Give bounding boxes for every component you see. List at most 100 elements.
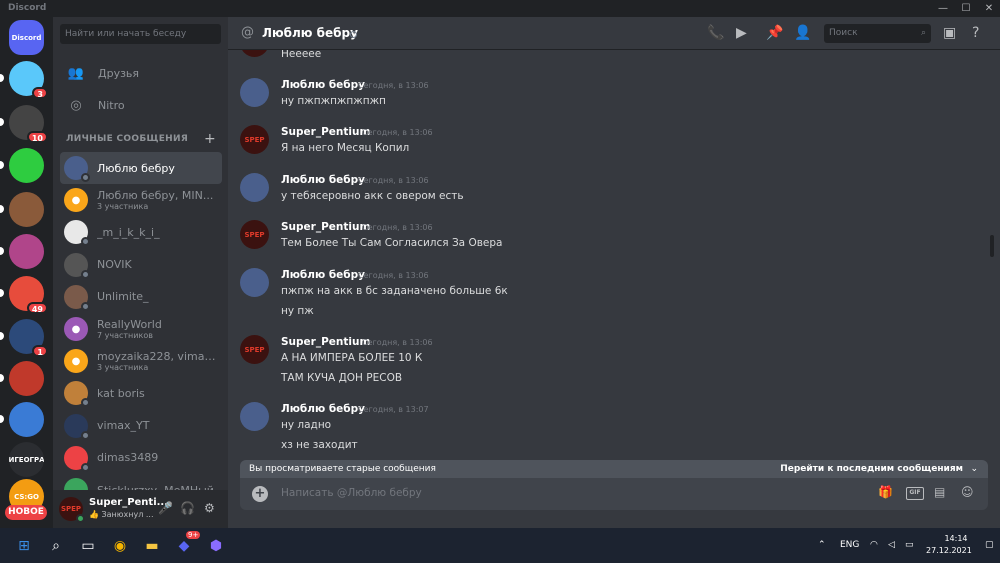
gif-button[interactable]: GIF <box>906 487 924 500</box>
message-avatar[interactable] <box>240 173 269 202</box>
battery-icon[interactable]: ▭ <box>905 540 914 550</box>
dm-member-count: 3 участника <box>97 202 149 212</box>
dm-search-input[interactable]: Найти или начать беседу <box>60 24 221 44</box>
unread-pill <box>0 74 4 82</box>
search-taskbar-icon[interactable]: ⌕ <box>46 536 66 556</box>
dm-item[interactable]: ● moyzaika228, vimax... 3 участника <box>60 345 222 377</box>
message-author[interactable]: Super_Pentium <box>281 221 370 233</box>
new-badge[interactable]: НОВОЕ <box>5 505 47 520</box>
maximize-button[interactable]: ☐ <box>955 0 977 17</box>
video-call-icon[interactable]: ▶ <box>736 25 747 41</box>
clock-time[interactable]: 14:14 <box>938 534 974 543</box>
server-icon[interactable] <box>9 192 44 227</box>
server-icon[interactable] <box>9 361 44 396</box>
server-icon[interactable] <box>9 234 44 269</box>
message-author[interactable]: Super_Pentium <box>281 126 370 138</box>
pin-icon[interactable]: 📌 <box>766 25 783 41</box>
user-panel: SPEP Super_Penti... 👍 Занюхнул ... 🎤 🎧 ⚙ <box>53 490 228 528</box>
create-dm-button[interactable]: + <box>204 131 216 147</box>
nav-nitro[interactable]: ◎ Nitro <box>60 91 222 119</box>
status-indicator <box>350 31 357 38</box>
notification-icon[interactable]: ▢ <box>985 540 994 550</box>
language-indicator[interactable]: ENG <box>840 540 859 550</box>
app-title: Discord <box>8 3 47 13</box>
emoji-icon[interactable]: ☺ <box>961 485 974 499</box>
dm-item[interactable]: Unlimite_ <box>60 281 222 313</box>
dm-item[interactable]: vimax_YT <box>60 410 222 442</box>
server-icon[interactable]: 1 <box>9 319 48 357</box>
message-avatar[interactable] <box>240 78 269 107</box>
search-icon: ⌕ <box>920 28 926 38</box>
windows-start-icon[interactable]: ⊞ <box>14 536 34 556</box>
server-icon[interactable]: Discord <box>9 20 44 55</box>
help-icon[interactable]: ? <box>972 25 979 41</box>
close-button[interactable]: ✕ <box>978 0 1000 17</box>
message-text: ну ладно <box>281 419 332 431</box>
chevron-down-icon[interactable]: ⌄ <box>970 460 978 478</box>
sticker-icon[interactable]: ▤ <box>934 485 945 499</box>
message-text: ну пж <box>281 305 314 317</box>
add-friend-icon[interactable]: 👤 <box>794 25 811 41</box>
message-avatar[interactable]: SPEP <box>240 335 269 364</box>
dm-avatar: ● <box>64 317 88 341</box>
message-avatar[interactable]: SPEP <box>240 125 269 154</box>
dm-item[interactable]: _m_i_k_k_i_ <box>60 216 222 248</box>
message-input[interactable]: Написать @Люблю бебру <box>281 487 422 499</box>
chrome-icon[interactable]: ◉ <box>110 536 130 556</box>
message-avatar[interactable] <box>240 50 269 57</box>
dm-item[interactable]: kat boris <box>60 377 222 409</box>
dm-item[interactable]: ● Люблю бебру, MIN... 3 участника <box>60 184 222 216</box>
unread-pill <box>0 161 4 169</box>
dm-name: Unlimite_ <box>97 290 149 304</box>
wifi-icon[interactable]: ◠ <box>870 540 878 550</box>
nav-friends[interactable]: 👥 Друзья <box>60 59 222 87</box>
clock-date[interactable]: 27.12.2021 <box>926 546 972 555</box>
dm-item[interactable]: Люблю бебру <box>60 152 222 184</box>
tray-chevron-icon[interactable]: ⌃ <box>818 540 826 550</box>
file-explorer-icon[interactable]: ▬ <box>142 536 162 556</box>
inbox-icon[interactable]: ▣ <box>943 25 956 41</box>
message-author[interactable]: Люблю бебру <box>281 174 365 186</box>
volume-icon[interactable]: ◁ <box>888 540 895 550</box>
server-list: Discord310491СИГЕОГРАСCS:GO <box>0 17 53 528</box>
dm-item[interactable]: ● ReallyWorld 7 участников <box>60 313 222 345</box>
dm-item[interactable]: dimas3489 <box>60 442 222 474</box>
server-icon[interactable]: 49 <box>9 276 48 314</box>
task-view-icon[interactable]: ▭ <box>78 536 98 556</box>
message-author[interactable]: Люблю бебру <box>281 269 365 281</box>
message-author[interactable]: Люблю бебру <box>281 79 365 91</box>
message-avatar[interactable] <box>240 268 269 297</box>
dm-name: vimax_YT <box>97 419 150 433</box>
message-avatar[interactable]: SPEP <box>240 220 269 249</box>
app-taskbar-icon[interactable]: ⬢ <box>206 536 226 556</box>
dm-avatar <box>64 445 90 472</box>
dm-avatar: ● <box>64 188 88 213</box>
message-avatar[interactable] <box>240 402 269 431</box>
message-author[interactable]: Люблю бебру <box>281 403 365 415</box>
search-input[interactable]: Поиск ⌕ <box>824 24 931 43</box>
headphones-icon[interactable]: 🎧 <box>180 501 195 515</box>
scrollbar[interactable] <box>990 235 994 257</box>
server-icon[interactable]: 3 <box>9 61 48 99</box>
status-dot <box>81 269 90 279</box>
server-icon[interactable]: СИГЕОГРАС <box>9 442 44 477</box>
dm-item[interactable]: NOVIK <box>60 249 222 281</box>
jump-to-present-button[interactable]: Перейти к последним сообщениям <box>780 460 963 478</box>
voice-call-icon[interactable]: 📞 <box>707 25 724 41</box>
server-icon[interactable] <box>9 402 44 437</box>
discord-taskbar-icon[interactable]: ◆ <box>174 536 194 556</box>
upload-plus-button[interactable]: + <box>252 486 268 502</box>
mute-mic-icon[interactable]: 🎤 <box>158 501 173 515</box>
settings-gear-icon[interactable]: ⚙ <box>204 501 215 515</box>
server-icon[interactable] <box>9 148 44 183</box>
server-label <box>9 234 44 269</box>
user-status: 👍 Занюхнул ... <box>89 510 154 519</box>
server-label <box>9 402 44 437</box>
dm-avatar <box>64 252 90 279</box>
server-icon[interactable]: 10 <box>9 105 48 143</box>
message-author[interactable]: Super_Pentium <box>281 336 370 348</box>
gift-icon[interactable]: 🎁 <box>878 485 893 499</box>
unread-pill <box>0 118 4 126</box>
user-name: Super_Penti... <box>89 497 169 508</box>
minimize-button[interactable]: — <box>932 0 954 17</box>
